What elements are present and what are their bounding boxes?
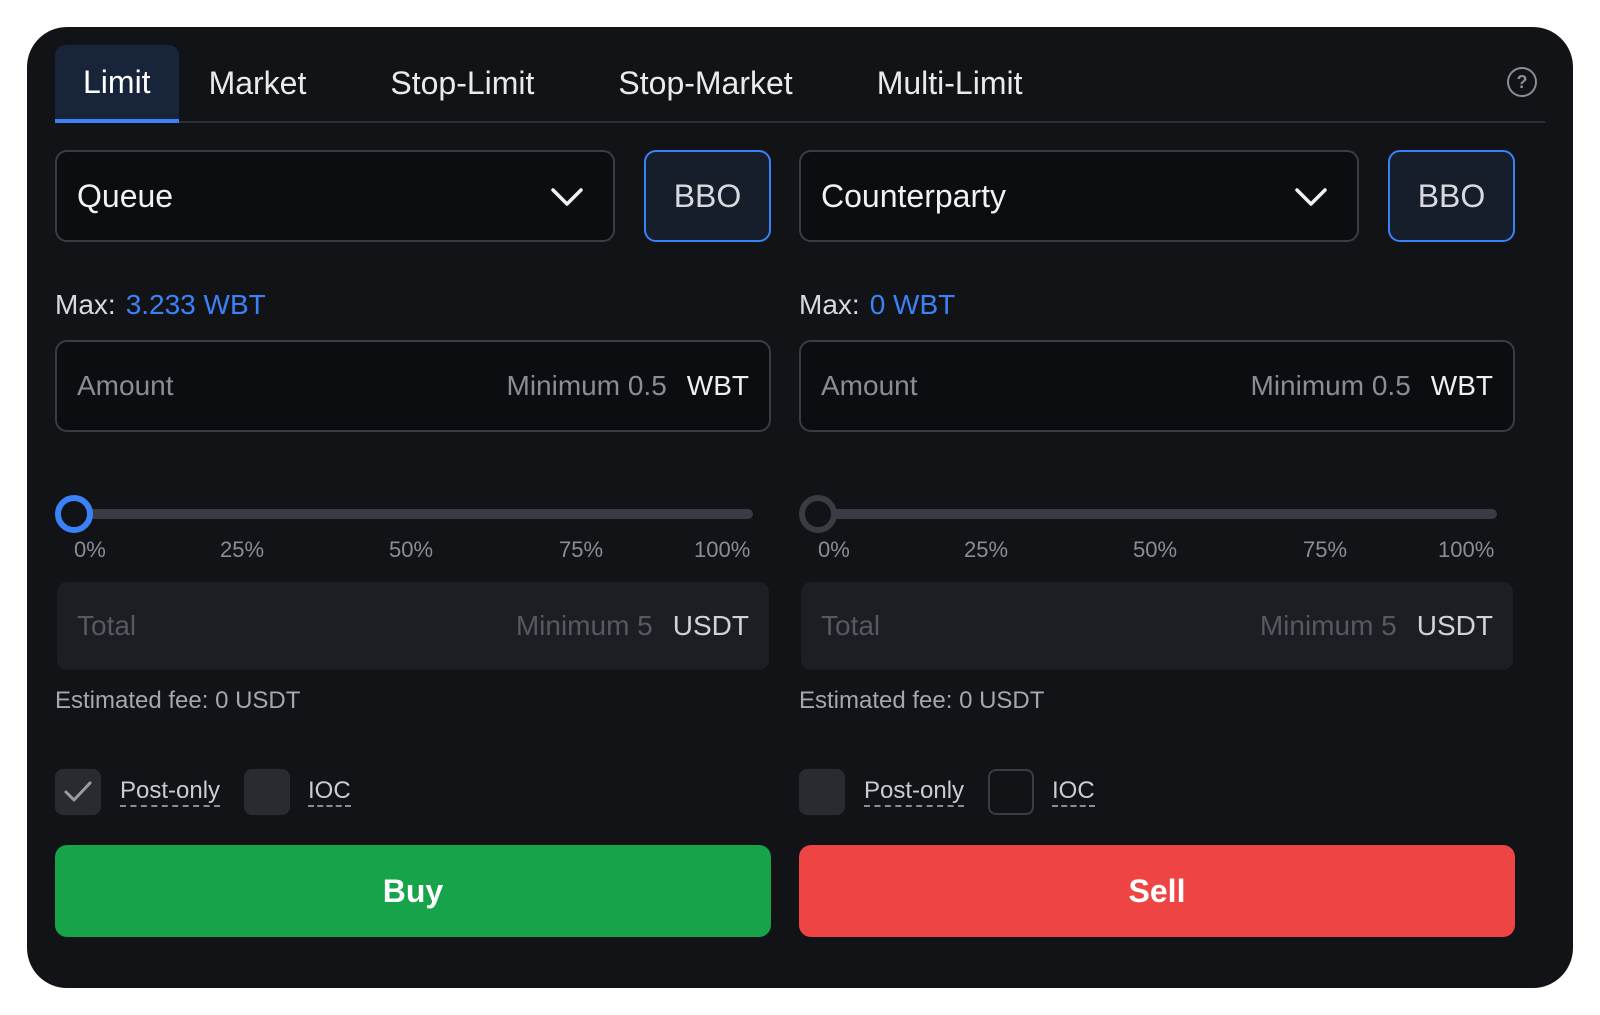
sell-tick-0[interactable]: 0% [818, 537, 850, 563]
buy-button[interactable]: Buy [55, 845, 771, 937]
sell-slider-track[interactable] [817, 509, 1497, 519]
buy-post-only-checkbox[interactable] [55, 769, 101, 815]
buy-amount-input[interactable]: Amount Minimum 0.5 WBT [55, 340, 771, 432]
buy-max-value[interactable]: 3.233 WBT [126, 289, 266, 320]
sell-bbo-button[interactable]: BBO [1388, 150, 1515, 242]
buy-amount-unit: WBT [686, 370, 749, 401]
sell-total-placeholder: Total [821, 610, 881, 641]
buy-slider-ticks: 0% 25% 50% 75% 100% [55, 537, 755, 571]
buy-post-only-label[interactable]: Post-only [120, 777, 221, 807]
buy-ioc-label[interactable]: IOC [308, 777, 351, 807]
buy-total-minimum: Minimum 5 [515, 610, 653, 641]
sell-amount-placeholder: Amount [821, 370, 918, 401]
buy-options: Post-only IOC [55, 769, 771, 817]
sell-total-input[interactable]: Total Minimum 5 USDT [801, 582, 1513, 670]
buy-order-type-value: Queue [77, 177, 174, 214]
buy-tick-25[interactable]: 25% [220, 537, 264, 563]
buy-tick-100[interactable]: 100% [694, 537, 750, 563]
sell-order-type-value: Counterparty [821, 177, 1006, 214]
sell-tick-75[interactable]: 75% [1303, 537, 1347, 563]
sell-column: Counterparty BBO Max: 0 WBT Amount Minimu… [799, 27, 1515, 988]
sell-max-value[interactable]: 0 WBT [870, 289, 956, 320]
sell-tick-50[interactable]: 50% [1133, 537, 1177, 563]
sell-total-minimum: Minimum 5 [1259, 610, 1397, 641]
buy-estimated-fee: Estimated fee: 0 USDT [55, 687, 301, 714]
check-icon [64, 781, 92, 802]
buy-total-placeholder: Total [77, 610, 137, 641]
sell-ioc-label[interactable]: IOC [1052, 777, 1095, 807]
sell-post-only-label[interactable]: Post-only [864, 777, 965, 807]
buy-ioc-checkbox[interactable] [244, 769, 290, 815]
chevron-down-icon [551, 188, 583, 206]
sell-order-type-select[interactable]: Counterparty [799, 150, 1359, 242]
buy-tick-75[interactable]: 75% [559, 537, 603, 563]
sell-amount-minimum: Minimum 0.5 [1250, 370, 1411, 401]
sell-max-label: Max: [799, 289, 860, 320]
buy-max-label: Max: [55, 289, 116, 320]
buy-column: Queue BBO Max: 3.233 WBT Amount Minimum 0… [55, 27, 771, 988]
sell-slider-ticks: 0% 25% 50% 75% 100% [799, 537, 1499, 571]
sell-estimated-fee: Estimated fee: 0 USDT [799, 687, 1045, 714]
sell-ioc-checkbox[interactable] [988, 769, 1034, 815]
buy-slider-handle[interactable] [55, 495, 93, 533]
sell-post-only-checkbox[interactable] [799, 769, 845, 815]
buy-amount-placeholder: Amount [77, 370, 174, 401]
buy-tick-0[interactable]: 0% [74, 537, 106, 563]
buy-amount-slider[interactable] [55, 492, 755, 536]
buy-order-type-select[interactable]: Queue [55, 150, 615, 242]
sell-amount-slider[interactable] [799, 492, 1499, 536]
sell-tick-100[interactable]: 100% [1438, 537, 1494, 563]
sell-amount-unit: WBT [1430, 370, 1493, 401]
buy-bbo-button[interactable]: BBO [644, 150, 771, 242]
sell-total-unit: USDT [1416, 610, 1493, 641]
buy-amount-minimum: Minimum 0.5 [506, 370, 667, 401]
sell-options: Post-only IOC [799, 769, 1515, 817]
buy-max-info: Max: 3.233 WBT [55, 289, 266, 321]
buy-tick-50[interactable]: 50% [389, 537, 433, 563]
order-panel: Limit Market Stop-Limit Stop-Market Mult… [27, 27, 1573, 988]
chevron-down-icon [1295, 188, 1327, 206]
sell-amount-input[interactable]: Amount Minimum 0.5 WBT [799, 340, 1515, 432]
sell-tick-25[interactable]: 25% [964, 537, 1008, 563]
buy-total-input[interactable]: Total Minimum 5 USDT [57, 582, 769, 670]
sell-slider-handle[interactable] [799, 495, 837, 533]
sell-button[interactable]: Sell [799, 845, 1515, 937]
buy-slider-track[interactable] [73, 509, 753, 519]
sell-max-info: Max: 0 WBT [799, 289, 955, 321]
buy-total-unit: USDT [672, 610, 749, 641]
